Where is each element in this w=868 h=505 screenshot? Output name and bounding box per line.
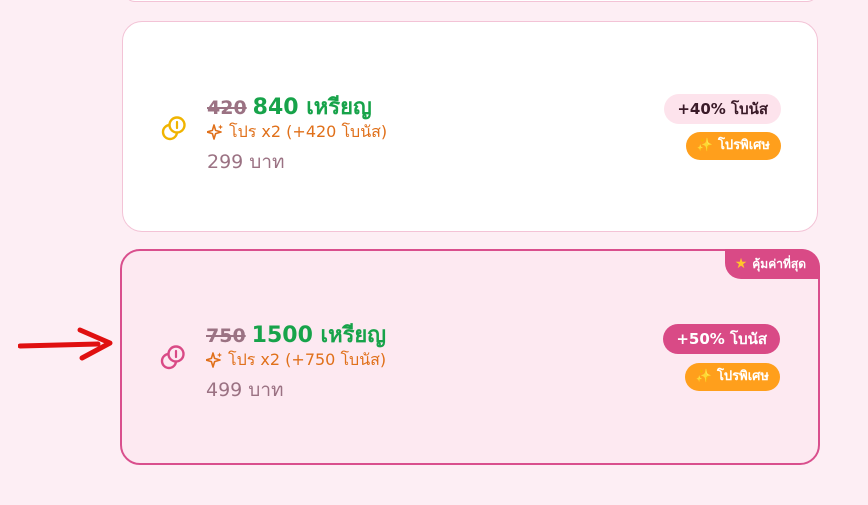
special-promo-label: โปรพิเศษ (717, 138, 770, 153)
sparkle-icon: ✨ (695, 369, 712, 384)
pointer-arrow-icon (18, 327, 113, 361)
price: 499 บาท (206, 379, 284, 401)
price: 299 บาท (207, 151, 285, 173)
package-card-840[interactable]: 420 840 เหรียญ โปร x2 (+420 โบนัส) 299 บ… (122, 21, 818, 232)
package-info: 750 1500 เหรียญ โปร x2 (+750 โบนัส) 499 … (206, 317, 386, 405)
amount-line: 420 840 เหรียญ (207, 89, 387, 120)
best-value-label: คุ้มค่าที่สุด (752, 256, 806, 271)
coin-shop-page: 420 840 เหรียญ โปร x2 (+420 โบนัส) 299 บ… (0, 0, 868, 505)
promo-text: โปร x2 (+420 โบนัส) (229, 121, 388, 141)
old-amount: 750 (206, 325, 246, 347)
special-promo-label: โปรพิเศษ (716, 369, 769, 384)
best-value-badge: ★ คุ้มค่าที่สุด (724, 249, 820, 279)
amount-line: 750 1500 เหรียญ (206, 317, 386, 348)
special-promo-badge: ✨ โปรพิเศษ (685, 132, 781, 160)
coin-icon (160, 345, 185, 370)
special-promo-badge: ✨ โปรพิเศษ (684, 363, 780, 391)
star-icon: ★ (734, 256, 748, 272)
sparkle-icon (206, 351, 222, 368)
package-info: 420 840 เหรียญ โปร x2 (+420 โบนัส) 299 บ… (207, 89, 387, 177)
coin-icon (161, 116, 186, 141)
sparkle-icon (207, 123, 223, 140)
promo-line: โปร x2 (+750 โบนัส) (206, 349, 386, 371)
promo-line: โปร x2 (+420 โบนัส) (207, 121, 387, 143)
sparkle-icon: ✨ (696, 138, 713, 153)
bonus-badge: +50% โบนัส (663, 324, 780, 354)
package-card-1500[interactable]: ★ คุ้มค่าที่สุด 750 1500 เหรียญ โปร x2 (… (120, 249, 820, 465)
package-card-previous[interactable] (124, 0, 818, 2)
bonus-badge: +40% โบนัส (664, 94, 781, 124)
old-amount: 420 (207, 97, 247, 119)
promo-text: โปร x2 (+750 โบนัส) (228, 349, 387, 369)
